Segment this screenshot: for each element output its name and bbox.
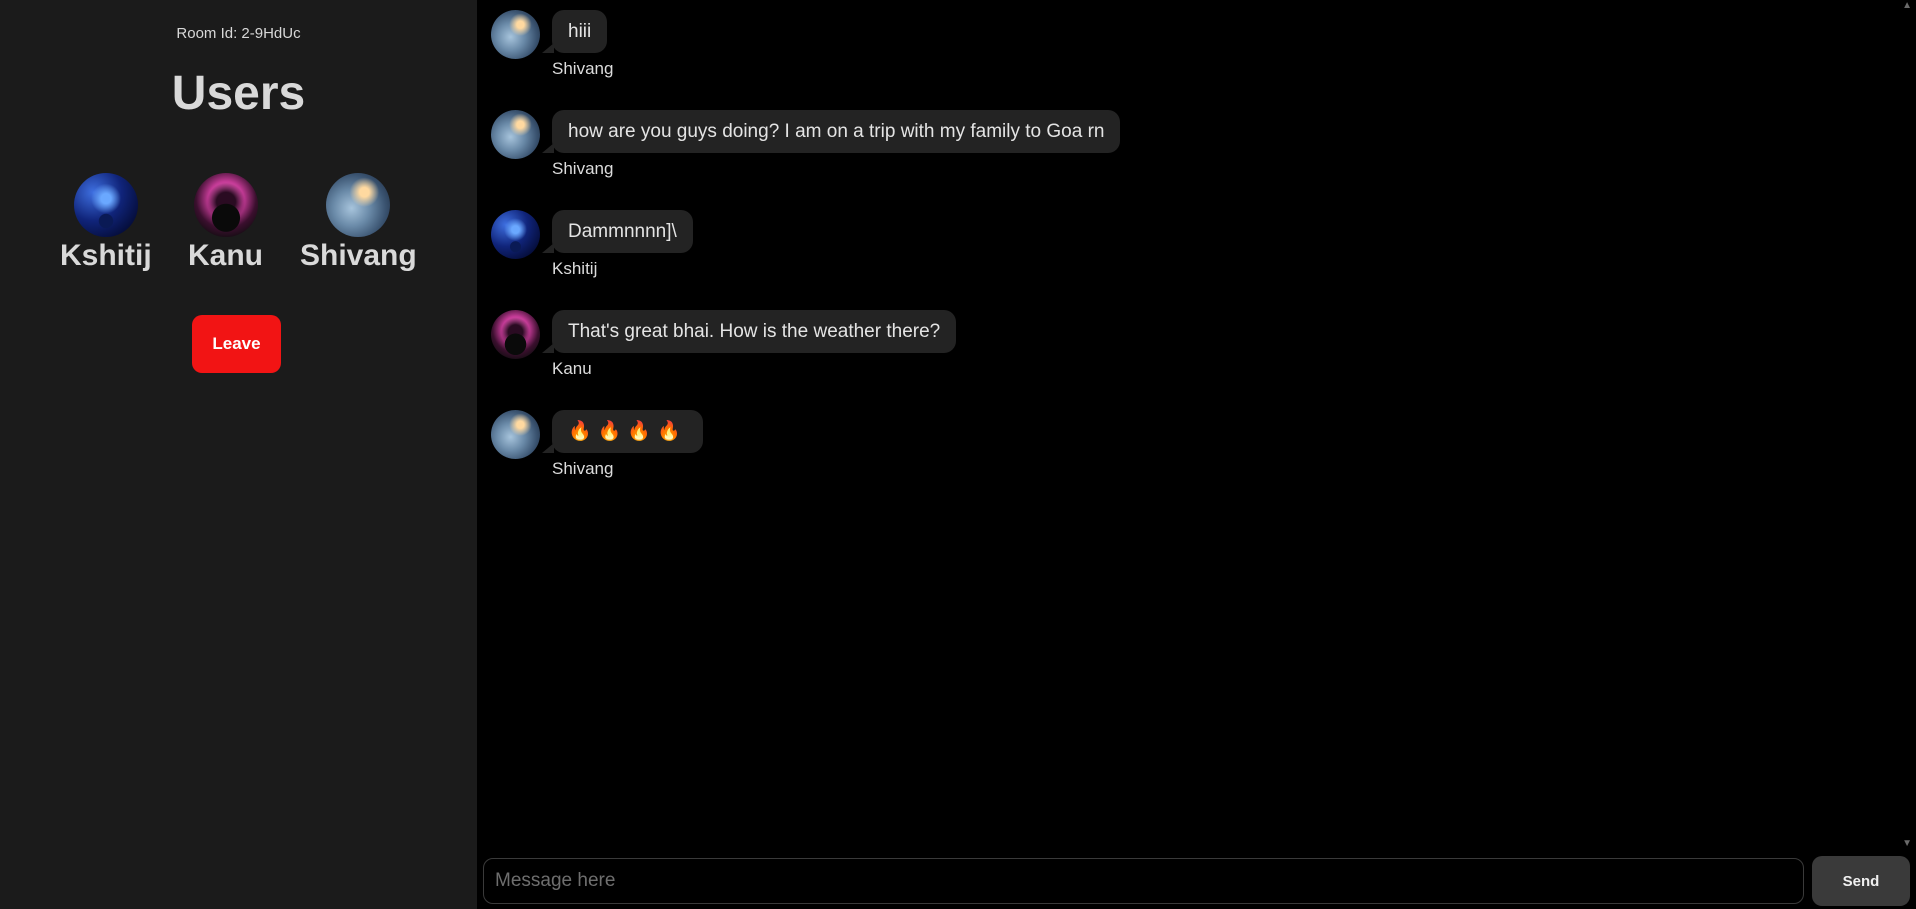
user-item-kanu: Kanu (188, 173, 263, 273)
send-button[interactable]: Send (1812, 856, 1910, 906)
message-item: Dammnnnn]\ Kshitij (491, 210, 693, 279)
kanu-avatar (193, 173, 258, 237)
message-item: hiii Shivang (491, 10, 613, 79)
message-input[interactable] (483, 858, 1804, 904)
user-item-shivang: Shivang (300, 173, 417, 273)
message-sender: Shivang (552, 59, 614, 78)
kanu-avatar (491, 310, 540, 359)
message-bubble: That's great bhai. How is the weather th… (541, 310, 957, 353)
scroll-up-arrow-icon[interactable]: ▲ (1902, 0, 1912, 11)
chat-panel: hiii Shivang how are you guys doing? I a… (477, 0, 1916, 909)
message-sender: Shivang (552, 159, 614, 178)
message-item: 🔥🔥🔥🔥 Shivang (491, 410, 703, 479)
chat-app: Room Id: 2-9HdUc Users Kshitij Kanu Shiv… (0, 0, 1916, 909)
message-item: That's great bhai. How is the weather th… (491, 310, 957, 379)
user-name: Kanu (188, 239, 263, 272)
user-item-kshitij: Kshitij (60, 173, 152, 273)
scroll-down-arrow-icon[interactable]: ▼ (1902, 838, 1912, 849)
users-heading: Users (171, 67, 306, 120)
message-list[interactable]: hiii Shivang how are you guys doing? I a… (477, 0, 1916, 849)
users-sidebar: Room Id: 2-9HdUc Users Kshitij Kanu Shiv… (0, 0, 477, 909)
shivang-avatar (491, 110, 540, 159)
user-name: Shivang (300, 239, 417, 272)
message-sender: Kshitij (552, 259, 598, 278)
message-bubble: how are you guys doing? I am on a trip w… (541, 110, 1121, 153)
shivang-avatar (491, 10, 540, 59)
message-item: how are you guys doing? I am on a trip w… (491, 110, 1121, 179)
message-composer: Send (483, 856, 1910, 906)
room-id: Room Id: 2-9HdUc (176, 25, 301, 42)
kshitij-avatar (73, 173, 138, 237)
message-bubble: Dammnnnn]\ (542, 210, 693, 253)
message-sender: Kanu (552, 359, 592, 378)
message-sender: Shivang (552, 459, 614, 478)
user-name: Kshitij (60, 239, 152, 272)
shivang-avatar (326, 173, 391, 237)
message-bubble: hiii (541, 10, 608, 53)
leave-button[interactable]: Leave (192, 315, 281, 373)
kshitij-avatar (491, 210, 540, 259)
shivang-avatar (491, 410, 540, 459)
message-bubble: 🔥🔥🔥🔥 (542, 410, 703, 453)
